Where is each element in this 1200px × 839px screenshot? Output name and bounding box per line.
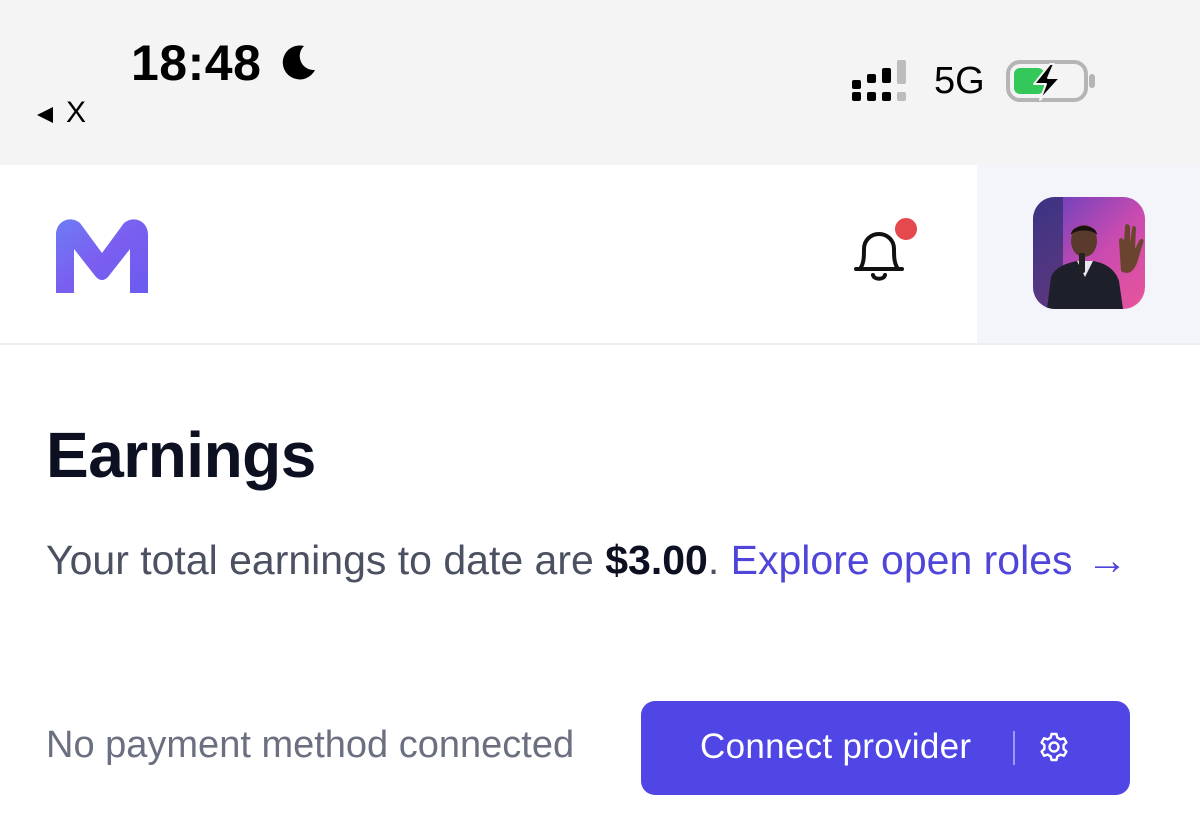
explore-link-label[interactable]: Explore open roles bbox=[731, 537, 1073, 583]
signal-icon bbox=[852, 60, 906, 101]
connect-provider-button[interactable]: Connect provider bbox=[641, 701, 1130, 795]
page-title: Earnings bbox=[46, 419, 316, 491]
moon-icon bbox=[282, 45, 315, 80]
earnings-amount: $3.00 bbox=[605, 537, 708, 583]
back-arrow-icon[interactable] bbox=[36, 106, 54, 124]
battery-charging-icon bbox=[1006, 60, 1095, 102]
back-app-label[interactable]: X bbox=[66, 96, 86, 130]
earnings-summary: Your total earnings to date are $3.00. E… bbox=[46, 526, 1146, 594]
earnings-prefix: Your total earnings to date are bbox=[46, 537, 606, 583]
network-type: 5G bbox=[934, 60, 985, 102]
status-time: 18:48 bbox=[131, 35, 262, 91]
gear-icon[interactable] bbox=[1037, 731, 1071, 765]
avatar-panel[interactable] bbox=[977, 165, 1200, 343]
m-logo-icon[interactable] bbox=[52, 213, 152, 299]
button-divider bbox=[1013, 731, 1015, 765]
avatar[interactable] bbox=[1033, 197, 1145, 309]
connect-provider-label[interactable]: Connect provider bbox=[700, 727, 971, 767]
notifications-button[interactable] bbox=[840, 213, 924, 297]
arrow-right-icon[interactable]: → bbox=[1087, 537, 1128, 583]
explore-open-roles-link[interactable]: Explore open roles → bbox=[731, 537, 1128, 583]
payment-status: No payment method connected bbox=[46, 724, 575, 766]
notification-badge bbox=[892, 215, 920, 243]
status-bar: 18:48 X 5G bbox=[0, 0, 1200, 165]
earnings-suffix: . bbox=[707, 537, 720, 583]
app-header bbox=[0, 165, 1200, 345]
